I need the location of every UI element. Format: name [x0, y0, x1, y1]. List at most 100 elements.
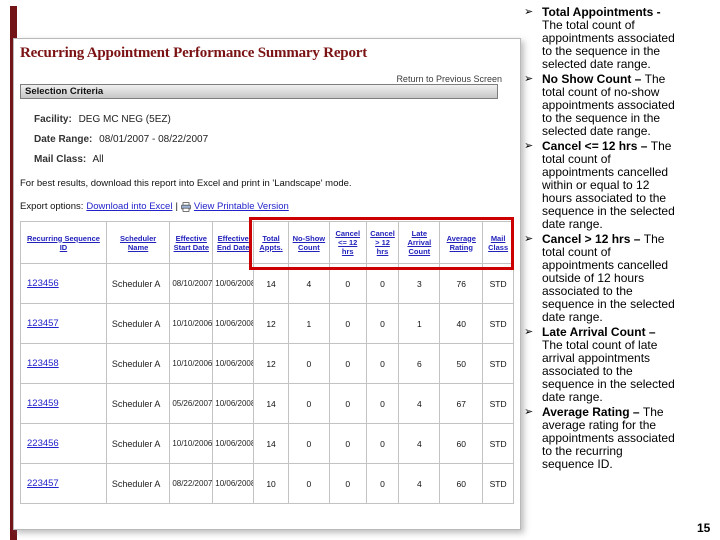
column-header-link[interactable]: No-Show Count [287, 221, 330, 264]
date-range-value: 08/01/2007 - 08/22/2007 [99, 134, 209, 145]
table-cell: 14 [253, 423, 289, 464]
annotation-title: Late Arrival Count – [542, 325, 656, 339]
table-cell: 3 [398, 263, 441, 304]
table-row: 123457 Scheduler A 10/10/2006 10/06/2008 12 1… [20, 303, 514, 344]
sequence-id-cell: 123457 [20, 303, 107, 344]
sequence-id-link[interactable]: 123459 [27, 398, 59, 409]
table-cell: STD [482, 463, 514, 504]
sequence-id-cell: 123456 [20, 263, 107, 304]
table-cell: 05/26/2007 [169, 383, 214, 424]
table-cell: 12 [253, 303, 289, 344]
table-row: 123459 Scheduler A 05/26/2007 10/06/2008 14 0… [20, 383, 514, 424]
arrow-bullet-icon: ➢ [524, 6, 534, 18]
column-header-link[interactable]: Recurring Sequence ID [20, 221, 107, 264]
export-options-row: Export options: Download into Excel | Vi… [20, 201, 514, 212]
table-cell: 1 [287, 303, 330, 344]
table-cell: 10/10/2006 [169, 303, 214, 344]
table-cell: 0 [365, 423, 400, 464]
annotation-text: Late Arrival Count – The total count of … [542, 326, 678, 404]
criteria-fields: Facility: DEG MC NEG (5EZ) Date Range: 0… [20, 114, 514, 165]
sequence-id-link[interactable]: 223457 [27, 478, 59, 489]
table-cell: 50 [439, 343, 484, 384]
facility-value: DEG MC NEG (5EZ) [78, 114, 171, 125]
table-cell: Scheduler A [105, 303, 171, 344]
table-cell: 0 [328, 263, 367, 304]
table-cell: STD [482, 263, 514, 304]
table-cell: 4 [398, 423, 441, 464]
table-row: 223457 Scheduler A 08/22/2007 10/06/2008 10 0… [20, 463, 514, 504]
table-cell: 67 [439, 383, 484, 424]
table-cell: 10/10/2006 [169, 343, 214, 384]
table-row: 123458 Scheduler A 10/10/2006 10/06/2008 12 0… [20, 343, 514, 384]
column-header-link[interactable]: Effective End Date [212, 221, 255, 264]
annotation-text: Cancel > 12 hrs – The total count of app… [542, 233, 678, 324]
column-header-link[interactable]: Mail Class [482, 221, 514, 264]
annotation-title: Cancel > 12 hrs – [542, 232, 644, 246]
link-separator: | [175, 201, 178, 212]
column-header-link[interactable]: Effective Start Date [169, 221, 214, 264]
table-cell: 10/06/2008 [212, 463, 255, 504]
download-excel-link[interactable]: Download into Excel [86, 201, 172, 212]
facility-field: Facility: DEG MC NEG (5EZ) [34, 114, 514, 125]
table-cell: 0 [328, 343, 367, 384]
report-title: Recurring Appointment Performance Summar… [20, 45, 368, 61]
mail-class-field: Mail Class: All [34, 154, 514, 165]
column-header-link[interactable]: Cancel <= 12 hrs [328, 221, 367, 264]
table-cell: 4 [287, 263, 330, 304]
sequence-id-cell: 123458 [20, 343, 107, 384]
sequence-id-cell: 123459 [20, 383, 107, 424]
arrow-bullet-icon: ➢ [524, 406, 534, 418]
annotation-item: ➢ Average Rating – The average rating for… [524, 406, 718, 471]
annotation-title: Cancel <= 12 hrs – [542, 139, 651, 153]
table-cell: STD [482, 383, 514, 424]
table-cell: 60 [439, 423, 484, 464]
table-cell: 10/06/2008 [212, 263, 255, 304]
table-cell: 10/06/2008 [212, 383, 255, 424]
column-header-link[interactable]: Scheduler Name [105, 221, 171, 264]
annotation-item: ➢ Cancel > 12 hrs – The total count of ap… [524, 233, 718, 324]
sequence-id-link[interactable]: 123456 [27, 278, 59, 289]
arrow-bullet-icon: ➢ [524, 140, 534, 152]
table-cell: 10/06/2008 [212, 303, 255, 344]
table-cell: STD [482, 343, 514, 384]
annotation-item: ➢ Cancel <= 12 hrs – The total count of a… [524, 140, 718, 231]
column-header-link[interactable]: Late Arrival Count [398, 221, 441, 264]
table-cell: 0 [328, 423, 367, 464]
view-printable-link[interactable]: View Printable Version [194, 201, 289, 212]
sequence-id-link[interactable]: 123457 [27, 318, 59, 329]
column-header-link[interactable]: Cancel > 12 hrs [365, 221, 400, 264]
table-cell: 60 [439, 463, 484, 504]
slide-canvas: Recurring Appointment Performance Summar… [0, 0, 720, 540]
table-cell: 0 [287, 383, 330, 424]
table-cell: 0 [328, 303, 367, 344]
report-screenshot: Recurring Appointment Performance Summar… [13, 38, 521, 530]
column-header-link[interactable]: Total Appts. [253, 221, 289, 264]
table-cell: 12 [253, 343, 289, 384]
table-cell: 4 [398, 463, 441, 504]
column-header-link[interactable]: Average Rating [439, 221, 484, 264]
table-body: 123456 Scheduler A 08/10/2007 10/06/2008 14 4… [20, 263, 514, 504]
table-cell: STD [482, 303, 514, 344]
report-table-wrap: Recurring Sequence ID Scheduler Name Effec… [20, 217, 516, 504]
table-cell: 0 [287, 423, 330, 464]
return-previous-screen-link[interactable]: Return to Previous Screen [396, 74, 502, 84]
annotation-text: Average Rating – The average rating for … [542, 406, 678, 471]
export-options-label: Export options: [20, 201, 84, 212]
table-cell: 0 [287, 343, 330, 384]
table-cell: 6 [398, 343, 441, 384]
mail-class-label: Mail Class: [34, 154, 87, 165]
arrow-bullet-icon: ➢ [524, 326, 534, 338]
sequence-id-link[interactable]: 123458 [27, 358, 59, 369]
annotation-text: Cancel <= 12 hrs – The total count of ap… [542, 140, 678, 231]
annotation-item: ➢ Late Arrival Count – The total count of… [524, 326, 718, 404]
annotation-item: ➢ No Show Count – The total count of no-s… [524, 73, 718, 138]
annotation-body: The total count of appointments associat… [542, 18, 675, 71]
sequence-id-link[interactable]: 223456 [27, 438, 59, 449]
annotation-title: Total Appointments - [542, 5, 661, 19]
table-cell: 0 [365, 263, 400, 304]
annotation-title: No Show Count – [542, 72, 645, 86]
printer-icon [181, 201, 191, 212]
annotation-body: The total count of appointments cancelle… [542, 139, 675, 231]
table-cell: Scheduler A [105, 383, 171, 424]
table-cell: 08/22/2007 [169, 463, 214, 504]
